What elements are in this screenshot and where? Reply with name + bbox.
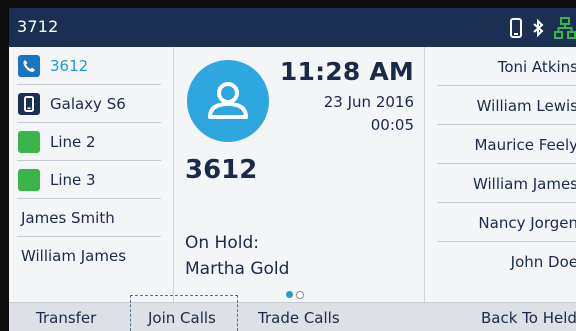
join-calls-softkey[interactable]: Join Calls [130, 295, 238, 331]
contact-label: Toni Atkins [497, 57, 576, 76]
page-dot-active [286, 291, 293, 298]
line-status-icon [18, 131, 40, 153]
line-key-3612[interactable]: 3612 [9, 47, 173, 85]
line-status-icon [18, 169, 40, 191]
contact-label: James Smith [21, 209, 115, 227]
contact-label: William Lewis [476, 96, 576, 115]
contacts-panel: Toni Atkins William Lewis Maurice Feely … [425, 47, 576, 302]
contact-label: Maurice Feely [474, 135, 576, 154]
phone-handset-icon [510, 18, 522, 38]
softkey-bar: Transfer Join Calls Trade Calls Back To … [9, 295, 576, 331]
line-key-label: 3612 [50, 57, 89, 75]
trade-calls-softkey[interactable]: Trade Calls [258, 303, 340, 331]
speed-dial-nancy-jorgen[interactable]: Nancy Jorgen [425, 203, 576, 242]
phone-icon [18, 55, 40, 77]
phone-screen: 3712 3612 Galaxy S6 Line 2 Line 3 James … [9, 8, 576, 331]
speed-dial-toni-atkins[interactable]: Toni Atkins [425, 47, 576, 86]
line-key-label: Line 2 [50, 133, 96, 151]
speed-dial-john-doe[interactable]: John Doe [425, 242, 576, 281]
status-icons [510, 16, 576, 40]
person-icon [208, 82, 248, 119]
call-duration: 00:05 [370, 116, 414, 134]
network-icon [554, 17, 576, 39]
back-to-held-softkey[interactable]: Back To Held [481, 303, 576, 331]
date: 23 Jun 2016 [323, 93, 414, 111]
clock: 11:28 AM [279, 57, 414, 86]
transfer-softkey[interactable]: Transfer [36, 303, 96, 331]
speed-dial-james-smith[interactable]: James Smith [9, 199, 173, 237]
line-key-label: Line 3 [50, 171, 96, 189]
status-bar: 3712 [9, 8, 576, 47]
line-key-galaxy-s6[interactable]: Galaxy S6 [9, 85, 173, 123]
speed-dial-william-james[interactable]: William James [425, 164, 576, 203]
contact-label: Nancy Jorgen [478, 213, 576, 232]
softkey-label: Join Calls [148, 308, 216, 327]
caller-avatar [187, 60, 269, 142]
hold-label: On Hold: [185, 233, 259, 253]
page-dot [296, 291, 304, 299]
held-caller-name: Martha Gold [185, 259, 290, 279]
line-key-line-2[interactable]: Line 2 [9, 123, 173, 161]
speed-dial-william-james[interactable]: William James [9, 237, 173, 275]
call-panel: 11:28 AM 23 Jun 2016 00:05 3612 On Hold:… [174, 47, 425, 302]
line-key-label: Galaxy S6 [50, 95, 126, 113]
extension-number: 3712 [17, 17, 59, 36]
bluetooth-icon [532, 18, 544, 38]
contact-label: William James [21, 247, 127, 265]
contact-label: John Doe [510, 252, 576, 271]
speed-dial-william-lewis[interactable]: William Lewis [425, 86, 576, 125]
contact-label: William James [472, 174, 576, 193]
page-indicator [286, 291, 304, 299]
active-call-number: 3612 [185, 155, 258, 185]
line-keys-panel: 3612 Galaxy S6 Line 2 Line 3 James Smith… [9, 47, 174, 302]
mobile-phone-icon [18, 93, 40, 115]
line-key-line-3[interactable]: Line 3 [9, 161, 173, 199]
speed-dial-maurice-feely[interactable]: Maurice Feely [425, 125, 576, 164]
